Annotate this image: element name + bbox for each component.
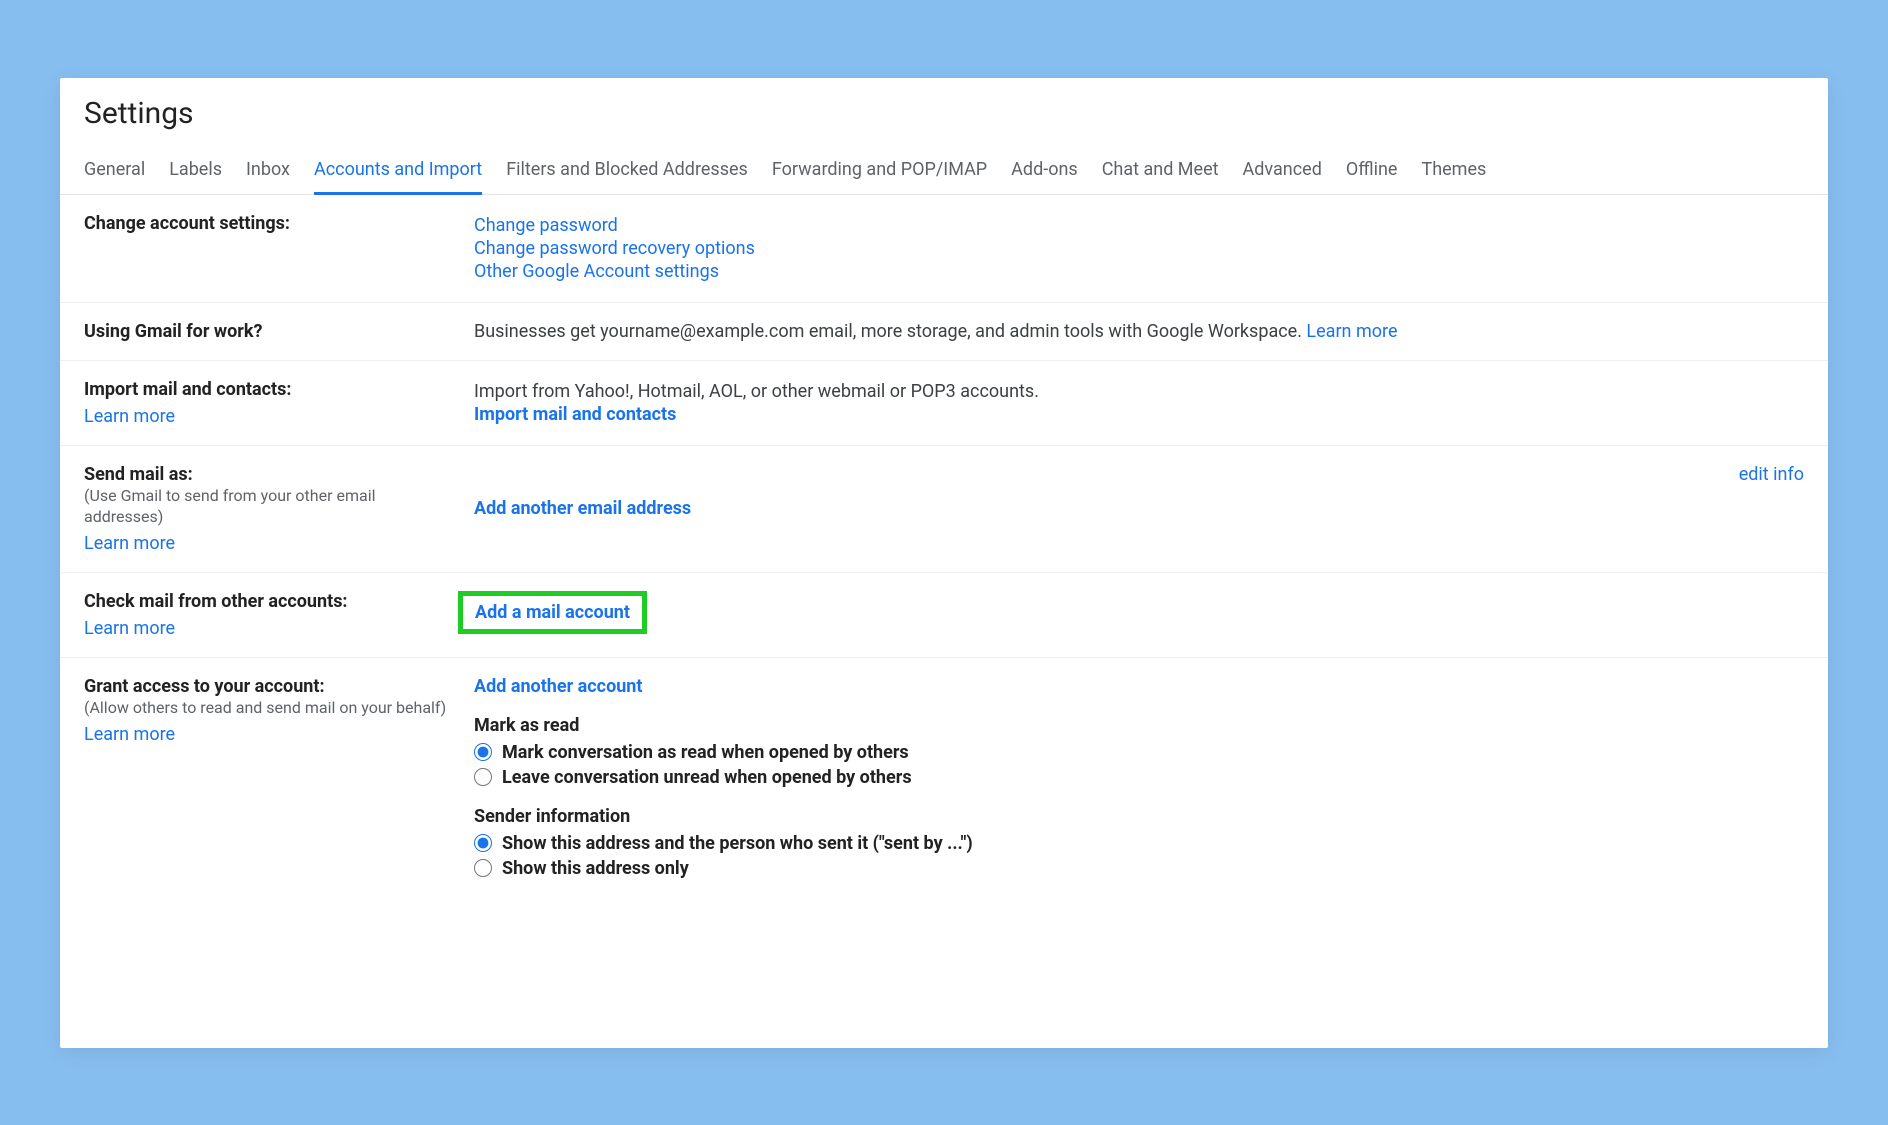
send-mail-as-sub: (Use Gmail to send from your other email… [84,486,375,526]
tab-offline[interactable]: Offline [1346,151,1398,194]
mark-as-read-title: Mark as read [474,715,1804,736]
check-mail-learn-more-link[interactable]: Learn more [84,618,175,639]
tab-addons[interactable]: Add-ons [1011,151,1078,194]
tab-forwarding[interactable]: Forwarding and POP/IMAP [772,151,987,194]
using-for-work-title: Using Gmail for work? [84,321,262,342]
tab-filters[interactable]: Filters and Blocked Addresses [506,151,748,194]
show-address-only-radio[interactable] [474,859,492,877]
change-recovery-link[interactable]: Change password recovery options [474,238,1804,259]
change-account-title: Change account settings: [84,213,290,234]
import-learn-more-link[interactable]: Learn more [84,406,175,427]
section-grant-access: Grant access to your account: (Allow oth… [60,658,1828,901]
grant-access-learn-more-link[interactable]: Learn more [84,724,175,745]
edit-info-link[interactable]: edit info [1739,464,1804,485]
change-password-link[interactable]: Change password [474,215,1804,236]
import-mail-desc: Import from Yahoo!, Hotmail, AOL, or oth… [474,381,1804,402]
check-mail-title: Check mail from other accounts: [84,591,348,612]
grant-access-title: Grant access to your account: [84,676,325,697]
section-send-mail-as: Send mail as: (Use Gmail to send from yo… [60,446,1828,573]
tab-inbox[interactable]: Inbox [246,151,290,194]
send-mail-as-title: Send mail as: [84,464,193,485]
mark-read-radio[interactable] [474,743,492,761]
page-title: Settings [60,96,1828,151]
show-sent-by-radio[interactable] [474,834,492,852]
tab-themes[interactable]: Themes [1421,151,1486,194]
other-settings-link[interactable]: Other Google Account settings [474,261,1804,282]
section-import-mail: Import mail and contacts: Learn more Imp… [60,361,1828,446]
using-for-work-text: Businesses get yourname@example.com emai… [474,321,1306,342]
tab-chat-meet[interactable]: Chat and Meet [1102,151,1219,194]
import-mail-action[interactable]: Import mail and contacts [474,404,676,425]
mark-read-label: Mark conversation as read when opened by… [502,742,909,763]
tab-labels[interactable]: Labels [169,151,222,194]
section-using-for-work: Using Gmail for work? Businesses get you… [60,303,1828,361]
section-check-mail: Check mail from other accounts: Learn mo… [60,573,1828,658]
leave-unread-label: Leave conversation unread when opened by… [502,767,912,788]
import-mail-title: Import mail and contacts: [84,379,291,400]
show-sent-by-label: Show this address and the person who sen… [502,833,973,854]
add-mail-account-highlight: Add a mail account [458,591,647,634]
workspace-learn-more-link[interactable]: Learn more [1306,321,1397,342]
add-another-account-link[interactable]: Add another account [474,676,643,697]
add-mail-account-link[interactable]: Add a mail account [475,602,630,623]
add-another-email-link[interactable]: Add another email address [474,498,691,519]
leave-unread-radio[interactable] [474,768,492,786]
send-mail-learn-more-link[interactable]: Learn more [84,533,175,554]
tab-accounts-import[interactable]: Accounts and Import [314,151,482,195]
sender-info-title: Sender information [474,806,1804,827]
show-address-only-label: Show this address only [502,858,689,879]
section-change-account: Change account settings: Change password… [60,195,1828,303]
grant-access-sub: (Allow others to read and send mail on y… [84,698,446,717]
settings-panel: Settings General Labels Inbox Accounts a… [60,78,1828,1048]
settings-tabs: General Labels Inbox Accounts and Import… [60,151,1828,195]
tab-advanced[interactable]: Advanced [1243,151,1322,194]
tab-general[interactable]: General [84,151,145,194]
